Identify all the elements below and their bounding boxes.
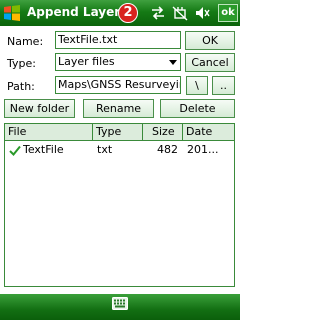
- volume-icon[interactable]: [194, 5, 210, 21]
- name-field[interactable]: TextFile.txt: [55, 31, 181, 49]
- path-label: Path:: [7, 80, 35, 93]
- list-item[interactable]: TextFile txt 482 201...: [5, 142, 234, 158]
- keyboard-icon[interactable]: [112, 297, 128, 310]
- ok-button[interactable]: OK: [185, 31, 235, 50]
- title-bar: Append Layer 2 ok: [0, 0, 240, 26]
- sync-arrows-icon[interactable]: [150, 5, 166, 21]
- root-folder-button[interactable]: \: [186, 76, 208, 95]
- type-label: Type:: [7, 57, 36, 70]
- list-header: File Type Size Date: [5, 124, 234, 141]
- delete-button[interactable]: Delete: [160, 99, 235, 118]
- file-list[interactable]: File Type Size Date TextFile txt 482 201…: [4, 123, 235, 287]
- window-title: Append Layer: [27, 5, 121, 19]
- path-field[interactable]: Maps\GNSS Resurveying: [55, 76, 181, 94]
- column-header-file[interactable]: File: [5, 124, 93, 141]
- file-type: txt: [97, 143, 113, 156]
- file-size: 482: [157, 143, 178, 156]
- name-label: Name:: [7, 35, 44, 48]
- bottom-menu-bar: [0, 294, 240, 320]
- parent-folder-button[interactable]: ..: [212, 76, 235, 95]
- checkmark-icon: [9, 145, 21, 156]
- windows-start-icon[interactable]: [3, 4, 21, 22]
- chevron-down-icon: [169, 60, 177, 65]
- new-folder-button[interactable]: New folder: [4, 99, 75, 118]
- network-off-icon[interactable]: [172, 5, 188, 21]
- file-name: TextFile: [23, 143, 64, 156]
- titlebar-ok-button[interactable]: ok: [218, 4, 238, 22]
- file-date: 201...: [187, 143, 219, 156]
- column-header-size[interactable]: Size: [143, 124, 183, 141]
- rename-button[interactable]: Rename: [83, 99, 154, 118]
- column-header-date[interactable]: Date: [183, 124, 234, 141]
- column-header-type[interactable]: Type: [93, 124, 143, 141]
- type-select-value: Layer files: [58, 55, 115, 68]
- cancel-button[interactable]: Cancel: [185, 53, 235, 72]
- type-select[interactable]: Layer files: [55, 53, 181, 71]
- notification-badge[interactable]: 2: [118, 3, 138, 23]
